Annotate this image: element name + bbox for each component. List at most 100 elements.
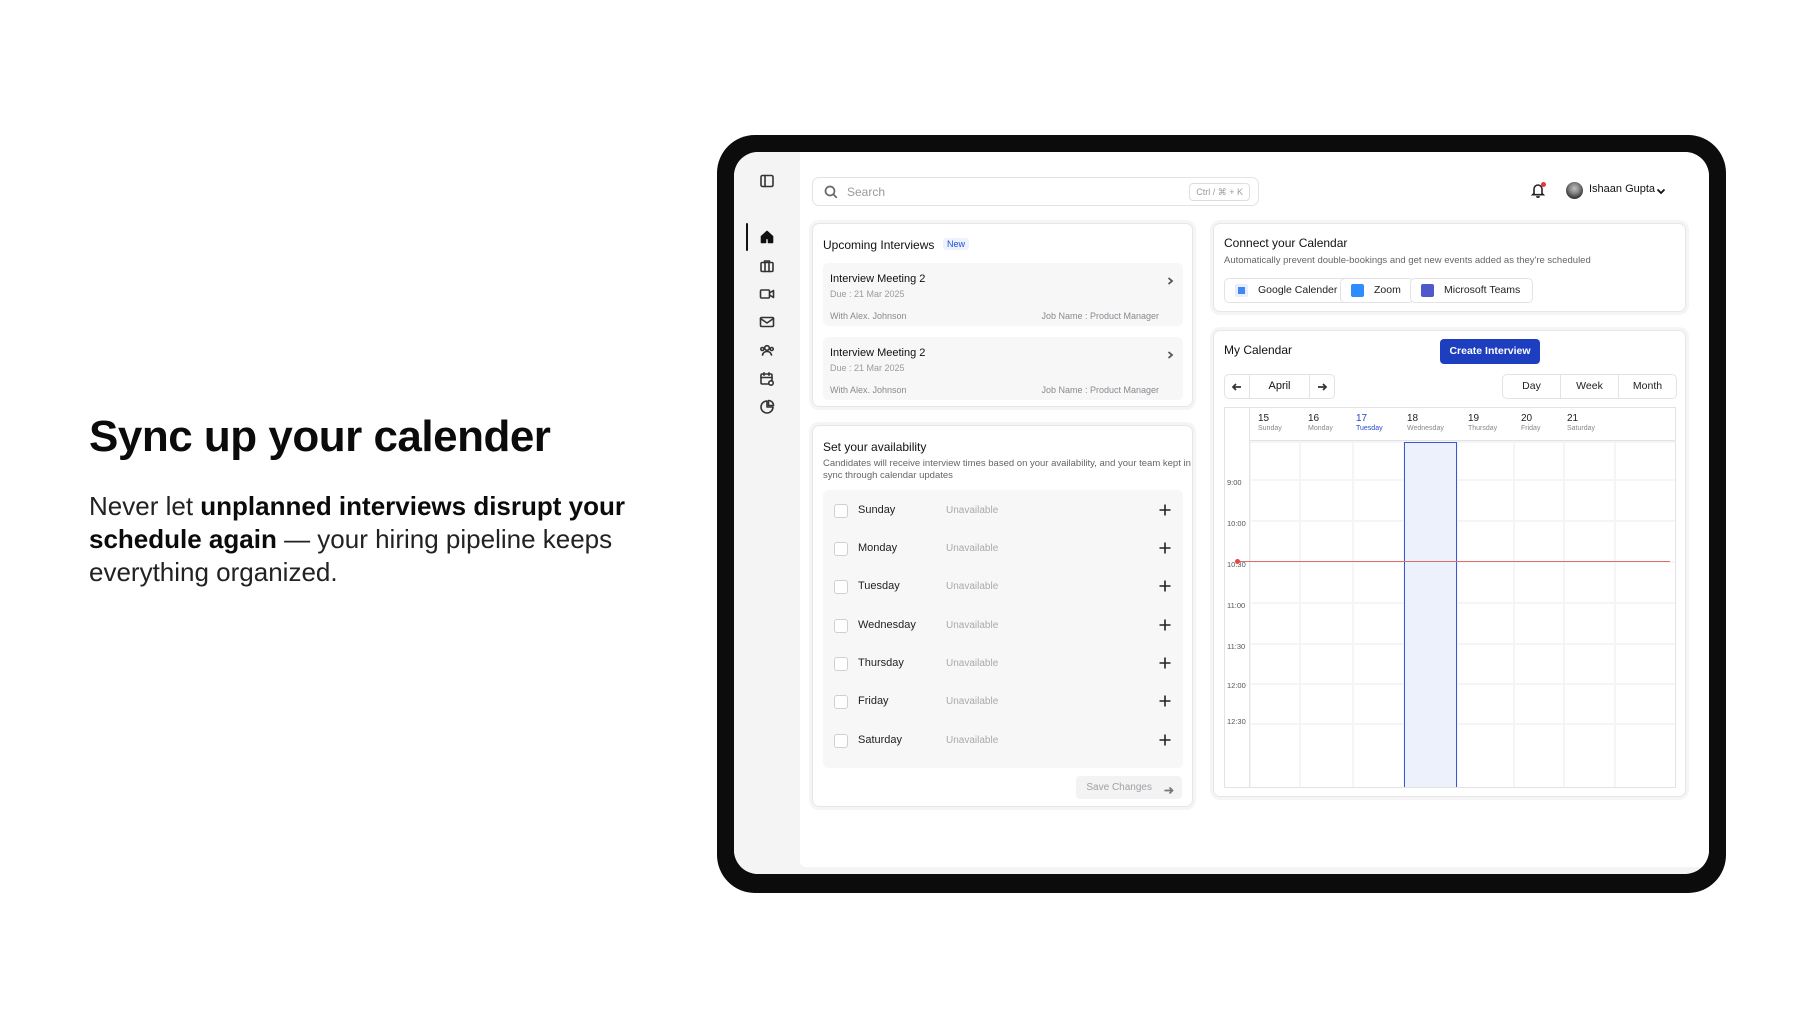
mail-icon[interactable] [758, 313, 776, 331]
calendar-slot[interactable] [1616, 725, 1675, 787]
arrow-left-icon[interactable] [1225, 375, 1250, 398]
calendar-slot[interactable] [1565, 443, 1614, 479]
video-icon[interactable] [758, 285, 776, 303]
plus-icon[interactable] [1158, 503, 1172, 517]
calendar-slot[interactable] [1354, 481, 1403, 520]
day-checkbox[interactable] [834, 504, 848, 518]
calendar-slot[interactable] [1515, 604, 1563, 643]
plus-icon[interactable] [1158, 618, 1172, 632]
view-week-button[interactable]: Week [1561, 375, 1619, 398]
calendar-slot[interactable] [1458, 522, 1513, 561]
calendar-slot[interactable] [1301, 685, 1352, 723]
day-checkbox[interactable] [834, 619, 848, 633]
day-checkbox[interactable] [834, 542, 848, 556]
calendar-slot[interactable] [1251, 685, 1299, 723]
calendar-slot[interactable] [1354, 443, 1403, 479]
calendar-slot[interactable] [1515, 481, 1563, 520]
home-icon[interactable] [758, 228, 776, 246]
calendar-settings-icon[interactable] [758, 370, 776, 388]
avatar[interactable] [1566, 182, 1583, 199]
calendar-slot[interactable] [1616, 443, 1675, 479]
calendar-slot[interactable] [1301, 522, 1352, 561]
calendar-slot[interactable] [1251, 725, 1299, 787]
day-header[interactable]: 21 Saturday [1567, 413, 1595, 432]
calendar-slot[interactable] [1458, 481, 1513, 520]
calendar-slot[interactable] [1301, 481, 1352, 520]
briefcase-icon[interactable] [758, 257, 776, 275]
save-changes-button[interactable]: Save Changes [1076, 776, 1182, 799]
interview-item[interactable]: Interview Meeting 2 Due : 21 Mar 2025 Wi… [823, 263, 1183, 326]
pie-chart-icon[interactable] [758, 398, 776, 416]
calendar-slot[interactable] [1616, 604, 1675, 643]
user-name[interactable]: Ishaan Gupta [1589, 183, 1655, 195]
calendar-slot[interactable] [1251, 522, 1299, 561]
calendar-slot[interactable] [1515, 522, 1563, 561]
plus-icon[interactable] [1158, 694, 1172, 708]
calendar-slot[interactable] [1458, 443, 1513, 479]
day-header[interactable]: 17 Tuesday [1356, 413, 1383, 432]
arrow-right-icon[interactable] [1309, 375, 1334, 398]
calendar-slot[interactable] [1251, 645, 1299, 683]
day-checkbox[interactable] [834, 734, 848, 748]
calendar-slot[interactable] [1301, 645, 1352, 683]
calendar-slot[interactable] [1515, 645, 1563, 683]
plus-icon[interactable] [1158, 656, 1172, 670]
calendar-slot[interactable] [1301, 443, 1352, 479]
calendar-slot[interactable] [1565, 522, 1614, 561]
calendar-slot[interactable] [1515, 685, 1563, 723]
search-input[interactable]: Search Ctrl / ⌘ + K [812, 177, 1259, 206]
calendar-slot[interactable] [1354, 604, 1403, 643]
calendar-slot[interactable] [1565, 604, 1614, 643]
calendar-slot[interactable] [1251, 481, 1299, 520]
users-icon[interactable] [758, 341, 776, 359]
day-header[interactable]: 16 Monday [1308, 413, 1333, 432]
calendar-slot[interactable] [1354, 563, 1403, 602]
zoom-button[interactable]: Zoom [1340, 278, 1414, 303]
calendar-slot[interactable] [1354, 725, 1403, 787]
chevron-right-icon[interactable] [1165, 273, 1175, 285]
calendar-slot[interactable] [1354, 685, 1403, 723]
calendar-slot[interactable] [1616, 481, 1675, 520]
day-header[interactable]: 20 Friday [1521, 413, 1540, 432]
calendar-slot[interactable] [1515, 725, 1563, 787]
calendar-slot[interactable] [1251, 604, 1299, 643]
calendar-slot[interactable] [1301, 563, 1352, 602]
calendar-slot[interactable] [1251, 563, 1299, 602]
interview-item[interactable]: Interview Meeting 2 Due : 21 Mar 2025 Wi… [823, 337, 1183, 400]
day-checkbox[interactable] [834, 695, 848, 709]
calendar-slot[interactable] [1458, 645, 1513, 683]
calendar-slot[interactable] [1301, 725, 1352, 787]
calendar-grid[interactable]: 15 Sunday 16 Monday 17 Tuesday 18 Wednesday 19 Th… [1224, 407, 1676, 788]
calendar-slot[interactable] [1354, 645, 1403, 683]
calendar-slot[interactable] [1458, 604, 1513, 643]
view-day-button[interactable]: Day [1503, 375, 1561, 398]
day-header[interactable]: 18 Wednesday [1407, 413, 1444, 432]
calendar-slot[interactable] [1515, 563, 1563, 602]
sidebar-toggle-icon[interactable] [758, 172, 776, 190]
day-header[interactable]: 19 Thursday [1468, 413, 1497, 432]
calendar-slot[interactable] [1301, 604, 1352, 643]
microsoft-teams-button[interactable]: Microsoft Teams [1410, 278, 1534, 303]
calendar-slot[interactable] [1565, 645, 1614, 683]
bell-icon[interactable] [1530, 182, 1546, 198]
calendar-slot[interactable] [1616, 522, 1675, 561]
google-calendar-button[interactable]: Google Calender [1224, 278, 1351, 303]
calendar-slot[interactable] [1515, 443, 1563, 479]
calendar-slot[interactable] [1565, 685, 1614, 723]
chevron-down-icon[interactable] [1655, 184, 1667, 196]
plus-icon[interactable] [1158, 733, 1172, 747]
day-header[interactable]: 15 Sunday [1258, 413, 1282, 432]
plus-icon[interactable] [1158, 541, 1172, 555]
plus-icon[interactable] [1158, 579, 1172, 593]
chevron-right-icon[interactable] [1165, 347, 1175, 359]
day-checkbox[interactable] [834, 580, 848, 594]
calendar-slot[interactable] [1458, 685, 1513, 723]
calendar-slot[interactable] [1354, 522, 1403, 561]
calendar-slot[interactable] [1565, 725, 1614, 787]
calendar-slot[interactable] [1616, 685, 1675, 723]
calendar-slot[interactable] [1251, 443, 1299, 479]
calendar-slot[interactable] [1616, 645, 1675, 683]
create-interview-button[interactable]: Create Interview [1440, 339, 1540, 364]
calendar-slot[interactable] [1565, 481, 1614, 520]
calendar-slot[interactable] [1458, 725, 1513, 787]
